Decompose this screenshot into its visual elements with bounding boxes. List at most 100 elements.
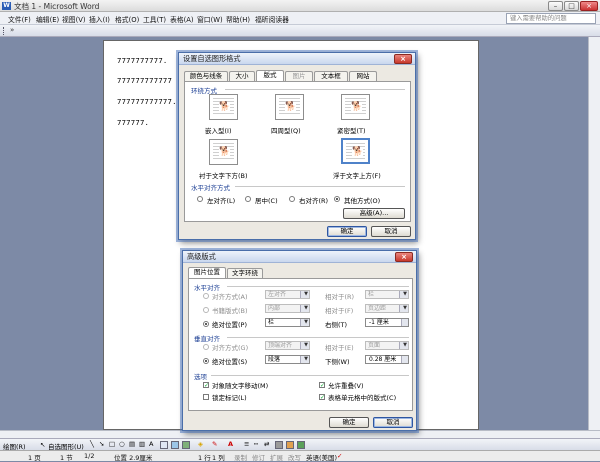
document-line: 777777777777 (117, 76, 173, 85)
wrap-square-icon[interactable]: 🐕 (275, 94, 304, 120)
tab-web[interactable]: 网站 (349, 71, 377, 81)
select-multiple-icon[interactable] (297, 441, 305, 449)
maximize-button[interactable]: □ (564, 1, 579, 11)
h-book-rel-select[interactable]: 页边距 ▼ (365, 304, 409, 313)
h-align-rel-select[interactable]: 栏 ▼ (365, 290, 409, 299)
dash-style-icon[interactable]: ┅ (254, 440, 258, 448)
v-align-rel-label: 相对于(E) (325, 344, 354, 352)
diagram-icon[interactable] (160, 441, 168, 449)
font-color-icon[interactable]: A (228, 440, 233, 448)
h-absolute-select[interactable]: 栏 ▼ (265, 318, 310, 327)
v-absolute-select[interactable]: 段落 ▼ (265, 355, 310, 364)
layout-in-table-cell-checkbox[interactable]: ✓ (319, 394, 325, 401)
oval-tool-icon[interactable]: ○ (119, 440, 125, 448)
wrap-inline-label: 嵌入型(I) (205, 127, 232, 135)
tab-picture-position[interactable]: 图片位置 (188, 267, 226, 278)
arrow-tool-icon[interactable]: ➘ (99, 440, 104, 448)
advanced-button[interactable]: 高级(A)... (343, 208, 405, 219)
advanced-layout-dialog: 高级版式 × 图片位置 文字环绕 水平对齐 对齐方式(A) 左对齐 ▼ 相对于(R… (182, 250, 417, 431)
menu-help[interactable]: 帮助(H) (226, 14, 250, 24)
minimize-button[interactable]: – (548, 1, 563, 11)
menu-foxit[interactable]: 福昕阅读器 (255, 14, 289, 24)
halign-right-radio[interactable] (289, 196, 295, 202)
tab-layout[interactable]: 版式 (256, 70, 284, 81)
menu-insert[interactable]: 插入(I) (89, 14, 110, 24)
allow-overlap-checkbox[interactable]: ✓ (319, 382, 325, 389)
menu-file[interactable]: 文件(F) (8, 14, 31, 24)
chevron-down-icon: ▼ (304, 291, 308, 297)
arrow-style-icon[interactable]: ⇄ (264, 440, 269, 448)
h-book-rel-value: 页边距 (368, 305, 387, 312)
v-align-select[interactable]: 顶端对齐 ▼ (265, 341, 310, 350)
cancel-button[interactable]: 取消 (371, 226, 411, 237)
spelling-status-icon[interactable]: ✓ (337, 452, 342, 460)
shadow-style-icon[interactable] (275, 441, 283, 449)
dialog-title: 高级版式 (187, 252, 216, 261)
line-tool-icon[interactable]: ╲ (90, 440, 94, 448)
dialog-close-button[interactable]: × (395, 252, 413, 262)
v-absolute-radio[interactable] (203, 358, 209, 364)
vertical-textbox-icon[interactable]: ▥ (139, 440, 145, 448)
halign-left-radio[interactable] (197, 196, 203, 202)
menu-edit[interactable]: 编辑(E) (36, 14, 59, 24)
picture-icon[interactable] (182, 441, 190, 449)
menu-format[interactable]: 格式(O) (115, 14, 139, 24)
h-right-spinner[interactable]: -1 厘米 (365, 318, 409, 327)
ok-button[interactable]: 确定 (329, 417, 369, 428)
chevron-down-icon: ▼ (403, 291, 407, 297)
standard-toolbar: » (0, 25, 600, 37)
close-button[interactable]: × (580, 1, 598, 11)
tab-colors-lines[interactable]: 颜色与线条 (184, 71, 228, 81)
clipart-icon[interactable] (171, 441, 179, 449)
line-style-icon[interactable]: ≡ (244, 440, 249, 448)
ok-button[interactable]: 确定 (327, 226, 367, 237)
h-book-radio[interactable] (203, 307, 209, 313)
format-autoshape-dialog: 设置自选图形格式 × 颜色与线条 大小 版式 图片 文本框 网站 环绕方式 🐕 … (178, 52, 416, 240)
menu-window[interactable]: 窗口(W) (197, 14, 223, 24)
tab-picture[interactable]: 图片 (285, 71, 313, 81)
wrap-in-front-icon[interactable]: 🐕 (341, 138, 370, 164)
vertical-scrollbar[interactable] (588, 37, 600, 431)
cursor-icon[interactable]: ↖ (40, 441, 45, 449)
wrap-inline-icon[interactable]: 🐕 (209, 94, 238, 120)
3d-style-icon[interactable] (286, 441, 294, 449)
tab-size[interactable]: 大小 (229, 71, 255, 81)
v-align-rel-select[interactable]: 页面 ▼ (365, 341, 409, 350)
halign-center-label: 居中(C) (255, 197, 278, 205)
tab-text-wrapping[interactable]: 文字环绕 (227, 268, 263, 278)
help-search-input[interactable]: 键入需要帮助的问题 (506, 13, 596, 24)
cancel-button[interactable]: 取消 (373, 417, 413, 428)
lock-anchor-checkbox[interactable] (203, 394, 209, 400)
wrap-behind-text-icon[interactable]: 🐕 (209, 139, 238, 165)
h-absolute-radio[interactable] (203, 321, 209, 327)
chevron-down-icon: ▼ (304, 342, 308, 348)
h-align-select[interactable]: 左对齐 ▼ (265, 290, 310, 299)
dialog-close-button[interactable]: × (394, 54, 412, 64)
dialog-title-bar: 设置自选图形格式 × (179, 53, 415, 65)
tab-textbox[interactable]: 文本框 (314, 71, 348, 81)
line-color-icon[interactable]: ✎ (212, 440, 217, 448)
h-align-radio[interactable] (203, 293, 209, 299)
fill-color-icon[interactable]: ◈ (198, 440, 203, 448)
rectangle-tool-icon[interactable]: □ (109, 440, 115, 448)
textbox-tool-icon[interactable]: ▤ (129, 440, 135, 448)
toolbar-grip[interactable] (3, 27, 6, 35)
h-book-rel-label: 相对于(F) (325, 307, 354, 315)
v-align-radio[interactable] (203, 344, 209, 350)
divider (211, 375, 409, 376)
v-bottom-spinner[interactable]: 0.28 厘米 (365, 355, 409, 364)
window-title: 文档 1 - Microsoft Word (14, 2, 100, 11)
menu-table[interactable]: 表格(A) (170, 14, 194, 24)
move-with-text-checkbox[interactable]: ✓ (203, 382, 209, 389)
toolbar-options-chevron-icon[interactable]: » (10, 26, 14, 34)
halign-other-radio[interactable] (334, 196, 340, 202)
wordart-icon[interactable]: A (149, 440, 153, 448)
v-align-label: 对齐方式(G) (212, 344, 249, 352)
h-right-value: -1 厘米 (369, 319, 389, 326)
h-book-select[interactable]: 内部 ▼ (265, 304, 310, 313)
wrap-tight-icon[interactable]: 🐕 (341, 94, 370, 120)
menu-view[interactable]: 视图(V) (62, 14, 86, 24)
horizontal-scrollbar[interactable] (0, 430, 600, 438)
halign-center-radio[interactable] (245, 196, 251, 202)
menu-tools[interactable]: 工具(T) (143, 14, 166, 24)
